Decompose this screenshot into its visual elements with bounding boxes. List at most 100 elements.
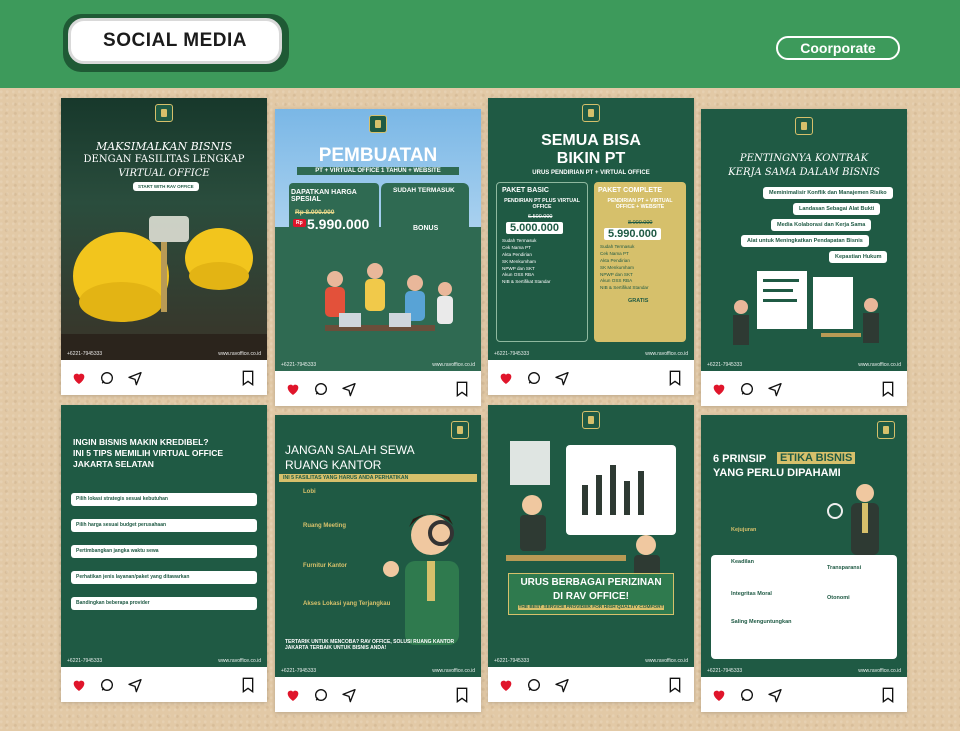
brand-logo — [877, 421, 895, 439]
share-icon[interactable] — [127, 677, 143, 693]
post-image-6[interactable]: JANGAN SALAH SEWA RUANG KANTOR INI 5 FAS… — [275, 415, 481, 677]
post-title-line2: KERJA SAMA DALAM BISNIS — [728, 167, 880, 178]
brand-logo — [155, 104, 173, 122]
old-price: Rp 8.000.000 — [295, 209, 335, 216]
post-title-line3: VIRTUAL OFFICE — [118, 168, 210, 179]
man-magnifier-illustration — [383, 513, 459, 645]
closing-text: TERTARIK UNTUK MENCOBA? RAV OFFICE, SOLU… — [285, 639, 455, 651]
post-footer: +6221-7945333 www.ravoffice.co.id — [494, 658, 688, 664]
post-title-line2: RUANG KANTOR — [285, 458, 382, 472]
basic-package-desc: PENDIRIAN PT PLUS VIRTUAL OFFICE — [504, 198, 580, 210]
office-illustration — [506, 441, 676, 585]
cta-button[interactable]: START WITH RAV OFFICE — [133, 182, 199, 191]
post-image-2[interactable]: PEMBUATAN PT + VIRTUAL OFFICE 1 TAHUN + … — [275, 109, 481, 371]
team-illustration — [325, 263, 453, 331]
heart-icon[interactable] — [498, 370, 514, 386]
bookmark-icon[interactable] — [881, 381, 897, 397]
post-action-bar — [61, 667, 267, 702]
post-card-2[interactable]: PEMBUATAN PT + VIRTUAL OFFICE 1 TAHUN + … — [275, 109, 481, 406]
post-card-4[interactable]: PENTINGNYA KONTRAK KERJA SAMA DALAM BISN… — [701, 109, 907, 406]
post-footer: +6221-7945333 www.ravoffice.co.id — [494, 351, 688, 357]
heart-icon[interactable] — [285, 687, 301, 703]
facility-1: Lobi — [303, 489, 316, 495]
bookmark-icon[interactable] — [668, 677, 684, 693]
principle-3: Integritas Moral — [731, 591, 772, 597]
share-icon[interactable] — [554, 677, 570, 693]
share-icon[interactable] — [554, 370, 570, 386]
post-image-4[interactable]: PENTINGNYA KONTRAK KERJA SAMA DALAM BISN… — [701, 109, 907, 371]
principle-1: Kejujuran — [731, 527, 757, 533]
principles-box — [711, 555, 897, 659]
principle-6: Otonomi — [827, 595, 850, 601]
post-image-1[interactable]: MAKSIMALKAN BISNIS DENGAN FASILITAS LENG… — [61, 98, 267, 360]
comment-icon[interactable] — [526, 370, 542, 386]
bookmark-icon[interactable] — [455, 381, 471, 397]
post-title-line2: DI RAV OFFICE! — [553, 591, 629, 602]
bookmark-icon[interactable] — [881, 687, 897, 703]
post-card-8[interactable]: 6 PRINSIP ETIKA BISNIS YANG PERLU DIPAHA… — [701, 415, 907, 712]
promo-text: DAPATKAN HARGA SPESIAL — [291, 189, 357, 203]
heart-icon[interactable] — [711, 381, 727, 397]
heart-icon[interactable] — [285, 381, 301, 397]
heart-icon[interactable] — [711, 687, 727, 703]
contract-point-3: Media Kolaborasi dan Kerja Sama — [771, 219, 872, 231]
complete-price: 5.990.000 — [604, 228, 661, 240]
post-title-line1: PENTINGNYA KONTRAK — [739, 153, 869, 164]
tip-4: Perhatikan jenis layanan/paket yang dita… — [71, 571, 257, 584]
post-image-3[interactable]: SEMUA BISA BIKIN PT URUS PENDIRIAN PT + … — [488, 98, 694, 360]
heart-icon[interactable] — [71, 370, 87, 386]
heart-icon[interactable] — [71, 677, 87, 693]
post-title-line2: YANG PERLU DIPAHAMI — [713, 467, 841, 479]
share-icon[interactable] — [341, 687, 357, 703]
comment-icon[interactable] — [739, 381, 755, 397]
price: 5.990.000 — [307, 216, 370, 232]
complete-items: Sudah Termasuk Cek Nama PT Akta Pendirian S… — [600, 244, 649, 291]
bookmark-icon[interactable] — [668, 370, 684, 386]
page-title: SOCIAL MEDIA — [68, 18, 282, 64]
comment-icon[interactable] — [313, 687, 329, 703]
post-title-highlight: ETIKA BISNIS — [777, 452, 856, 464]
yellow-chairs-photo — [61, 216, 267, 360]
share-icon[interactable] — [127, 370, 143, 386]
tip-3: Pertimbangkan jangka waktu sewa — [71, 545, 257, 558]
post-card-3[interactable]: SEMUA BISA BIKIN PT URUS PENDIRIAN PT + … — [488, 98, 694, 395]
post-card-6[interactable]: JANGAN SALAH SEWA RUANG KANTOR INI 5 FAS… — [275, 415, 481, 712]
bookmark-icon[interactable] — [241, 370, 257, 386]
brand-logo — [451, 421, 469, 439]
post-title-line2: BIKIN PT — [556, 150, 626, 167]
post-title-line1: JANGAN SALAH SEWA — [285, 443, 415, 457]
post-subtitle: URUS PENDIRIAN PT + VIRTUAL OFFICE — [532, 170, 650, 176]
post-card-7[interactable]: URUS BERBAGAI PERIZINAN DI RAV OFFICE! T… — [488, 405, 694, 702]
post-card-5[interactable]: INGIN BISNIS MAKIN KREDIBEL? INI 5 TIPS … — [61, 405, 267, 702]
brand-logo — [582, 104, 600, 122]
contract-illustration — [733, 271, 879, 345]
bookmark-icon[interactable] — [241, 677, 257, 693]
title-pill-shadow: SOCIAL MEDIA — [63, 14, 289, 72]
category-tag[interactable]: Coorporate — [776, 36, 900, 60]
comment-icon[interactable] — [526, 677, 542, 693]
share-icon[interactable] — [341, 381, 357, 397]
post-action-bar — [701, 677, 907, 712]
share-icon[interactable] — [767, 381, 783, 397]
post-title: PEMBUATAN — [318, 145, 438, 166]
businessman-illustration — [827, 484, 879, 555]
post-action-bar — [488, 667, 694, 702]
comment-icon[interactable] — [739, 687, 755, 703]
post-image-8[interactable]: 6 PRINSIP ETIKA BISNIS YANG PERLU DIPAHA… — [701, 415, 907, 677]
share-icon[interactable] — [767, 687, 783, 703]
included-title: SUDAH TERMASUK — [393, 187, 455, 194]
post-image-5[interactable]: INGIN BISNIS MAKIN KREDIBEL? INI 5 TIPS … — [61, 405, 267, 667]
post-footer: +6221-7945333 www.ravoffice.co.id — [281, 668, 475, 674]
comment-icon[interactable] — [99, 677, 115, 693]
comment-icon[interactable] — [313, 381, 329, 397]
post-title-line1: MAKSIMALKAN BISNIS — [95, 140, 233, 153]
contract-point-5: Kepastian Hukum — [829, 251, 888, 263]
post-card-1[interactable]: MAKSIMALKAN BISNIS DENGAN FASILITAS LENG… — [61, 98, 267, 395]
heart-icon[interactable] — [498, 677, 514, 693]
post-footer: +6221-7945333 www.ravoffice.co.id — [707, 668, 901, 674]
comment-icon[interactable] — [99, 370, 115, 386]
post-title-line1: INGIN BISNIS MAKIN KREDIBEL? — [73, 437, 209, 447]
post-image-7[interactable]: URUS BERBAGAI PERIZINAN DI RAV OFFICE! T… — [488, 405, 694, 667]
principle-2: Keadilan — [731, 559, 754, 565]
bookmark-icon[interactable] — [455, 687, 471, 703]
